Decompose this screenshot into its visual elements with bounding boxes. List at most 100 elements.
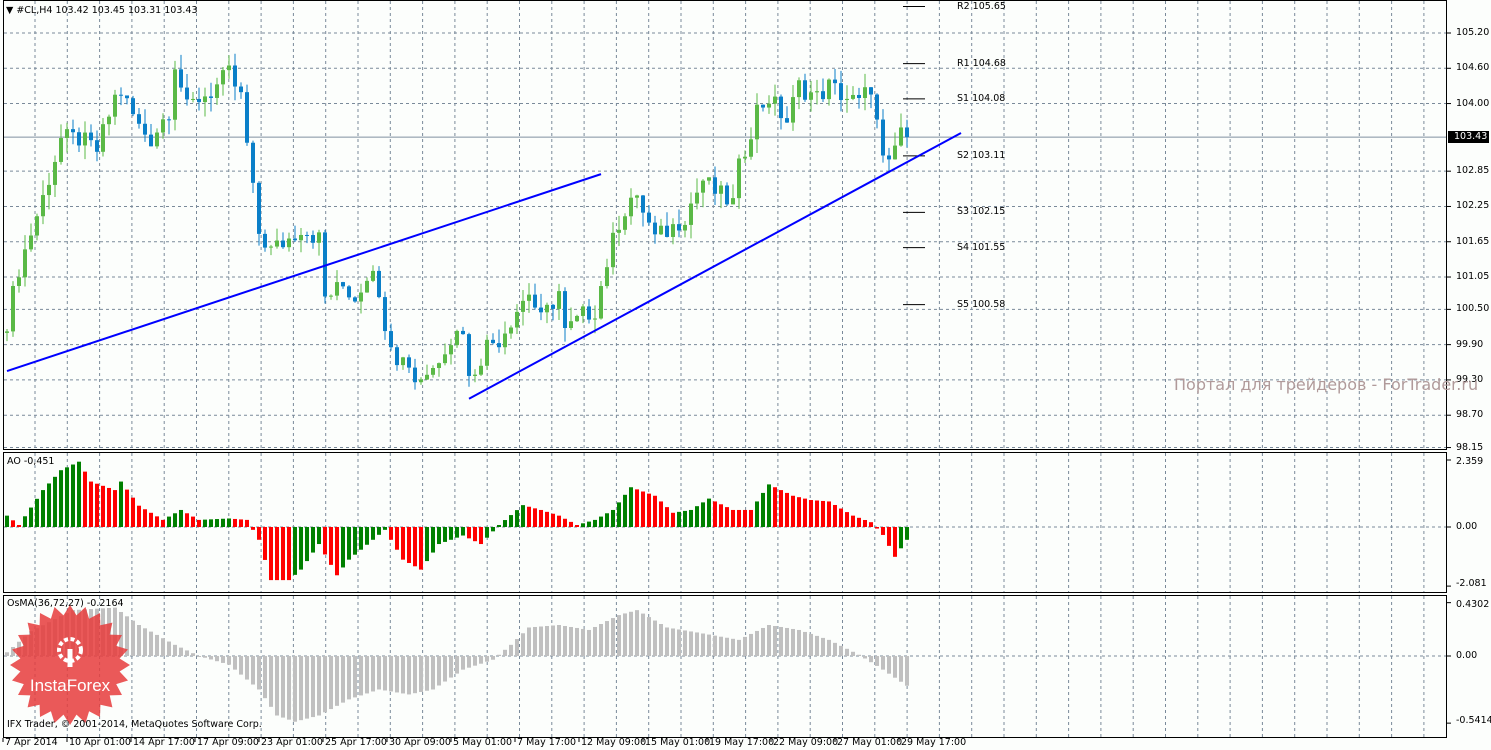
osma-bar xyxy=(269,656,273,707)
ao-bar xyxy=(275,527,279,581)
candle-body xyxy=(35,216,39,236)
osma-bar xyxy=(557,625,561,656)
ao-bar xyxy=(5,515,9,527)
candle-body xyxy=(545,304,549,313)
ao-bar xyxy=(833,504,837,527)
time-axis-label: 5 May 01:00 xyxy=(453,737,513,748)
osma-bar xyxy=(305,656,309,719)
ao-bar xyxy=(875,527,879,529)
ao-bar xyxy=(401,527,405,560)
ao-bar xyxy=(857,517,861,527)
price-axis-label: 104.60 xyxy=(1456,62,1490,74)
time-axis-label: 22 May 09:00 xyxy=(773,737,839,748)
candle-body xyxy=(353,297,357,302)
ao-bar xyxy=(695,506,699,527)
ao-bar xyxy=(611,509,615,527)
ao-bar xyxy=(119,481,123,527)
candle-body xyxy=(701,180,705,193)
candle-body xyxy=(59,138,63,162)
osma-bar xyxy=(359,656,363,696)
candle-body xyxy=(755,104,759,140)
osma-bar xyxy=(569,626,573,656)
candle-body xyxy=(629,197,633,217)
osma-bar xyxy=(779,626,783,656)
time-axis-label: 7 May 17:00 xyxy=(517,737,577,748)
ao-bar xyxy=(527,506,531,527)
candle-body xyxy=(113,94,117,117)
candle-body xyxy=(263,233,267,248)
price-axis-label: 101.65 xyxy=(1456,235,1490,247)
osma-bar xyxy=(677,629,681,656)
ao-bar xyxy=(113,490,117,527)
osma-bar xyxy=(473,656,477,666)
ao-bar xyxy=(545,511,549,527)
candle-body xyxy=(311,235,315,243)
osma-bar xyxy=(443,656,447,682)
dropdown-triangle-icon[interactable]: ▼ xyxy=(6,5,13,16)
candle-body xyxy=(233,65,237,87)
price-axis-label: 101.05 xyxy=(1456,271,1490,283)
ao-bar xyxy=(185,513,189,527)
osma-bar xyxy=(881,656,885,670)
ao-bar xyxy=(689,509,693,527)
candle-body xyxy=(161,119,165,133)
time-axis-label: 17 Apr 09:00 xyxy=(197,737,259,748)
osma-bar xyxy=(371,656,375,692)
osma-bar xyxy=(857,654,861,656)
candle-body xyxy=(173,69,177,120)
candle-body xyxy=(179,69,183,88)
osma-bar xyxy=(185,650,189,656)
time-axis-label: 7 Apr 2014 xyxy=(5,737,58,748)
time-axis-label: 12 May 09:00 xyxy=(581,737,647,748)
candle-body xyxy=(797,80,801,98)
ao-bar xyxy=(557,515,561,527)
osma-bar xyxy=(875,656,879,666)
osma-bar xyxy=(407,656,411,695)
ao-bar xyxy=(665,507,669,527)
ao-bar xyxy=(683,510,687,527)
ao-bar xyxy=(569,521,573,527)
ao-bar xyxy=(293,527,297,575)
ao-bar xyxy=(593,519,597,527)
candle-body xyxy=(467,334,471,376)
ao-title: AO -0,451 xyxy=(7,456,55,467)
candle-body xyxy=(881,119,885,156)
ao-bar xyxy=(839,508,843,527)
candle-body xyxy=(155,132,159,147)
candle-body xyxy=(425,374,429,380)
osma-bar xyxy=(425,656,429,691)
ao-bar xyxy=(827,501,831,527)
ao-bar xyxy=(107,487,111,527)
candle-body xyxy=(527,294,531,301)
osma-bar xyxy=(521,633,525,656)
pivot-label: R1 104.68 xyxy=(957,57,1006,69)
candle-body xyxy=(5,331,9,333)
ao-bar xyxy=(797,497,801,527)
osma-bar xyxy=(629,611,633,656)
ao-bar xyxy=(353,527,357,555)
copyright-text: IFX Trader, © 2001-2014, MetaQuotes Soft… xyxy=(7,719,262,730)
osma-bar xyxy=(773,625,777,656)
ao-bar xyxy=(77,461,81,527)
candle-body xyxy=(11,285,15,332)
candle-body xyxy=(689,203,693,225)
candle-body xyxy=(305,234,309,236)
ao-bar xyxy=(359,527,363,550)
candle-body xyxy=(47,184,51,196)
candle-body xyxy=(557,291,561,309)
osma-bar xyxy=(365,656,369,694)
ao-bar xyxy=(299,527,303,570)
ao-bar xyxy=(413,527,417,567)
ao-bar xyxy=(563,518,567,527)
candle-body xyxy=(203,96,207,103)
osma-bar xyxy=(575,627,579,656)
osma-bar xyxy=(287,656,291,720)
candle-body xyxy=(383,297,387,332)
ao-bar xyxy=(395,527,399,550)
ao-bar xyxy=(815,500,819,527)
candle-body xyxy=(497,343,501,348)
ao-bar xyxy=(239,519,243,527)
candle-body xyxy=(533,294,537,308)
candle-body xyxy=(845,98,849,101)
candle-body xyxy=(719,185,723,194)
